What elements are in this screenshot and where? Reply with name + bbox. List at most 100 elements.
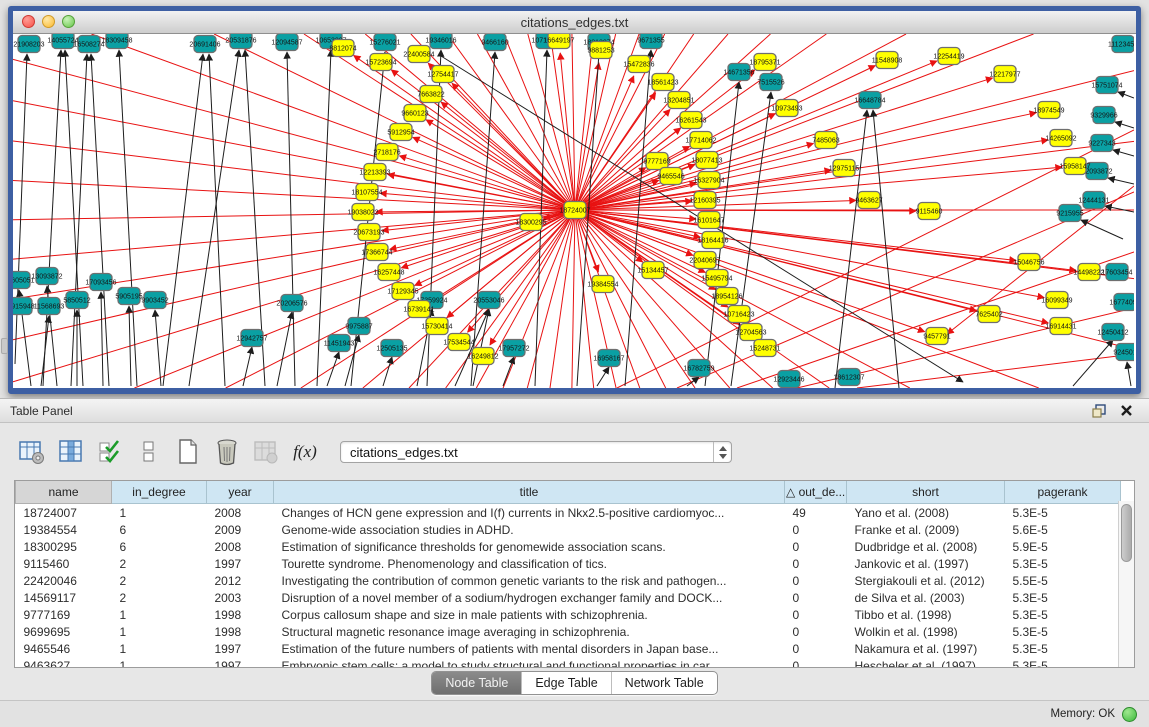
table-scrollbar-thumb[interactable]: [1121, 504, 1132, 562]
network-node[interactable]: 12094587: [271, 34, 302, 51]
select-all-rows-icon[interactable]: [96, 438, 124, 466]
network-node[interactable]: 21908203: [13, 36, 44, 53]
network-node[interactable]: 15751074: [1091, 77, 1122, 94]
network-edge[interactable]: [1127, 362, 1131, 386]
table-cell[interactable]: 5.3E-5: [1005, 606, 1121, 623]
table-row[interactable]: 2242004622012Investigating the contribut…: [16, 572, 1121, 589]
network-node[interactable]: 7515526: [757, 74, 784, 91]
network-node[interactable]: 20206576: [276, 295, 307, 312]
network-edge[interactable]: [1115, 122, 1134, 128]
column-header-year[interactable]: year: [207, 481, 274, 504]
network-node[interactable]: 12704563: [735, 324, 766, 341]
network-edge[interactable]: [13, 210, 575, 220]
table-cell[interactable]: 14569117: [16, 589, 112, 606]
table-cell[interactable]: 19384554: [16, 521, 112, 538]
network-node[interactable]: 12444131: [1078, 192, 1109, 209]
network-node[interactable]: 16649197: [543, 34, 574, 49]
table-row[interactable]: 969969511998Structural magnetic resonanc…: [16, 623, 1121, 640]
function-builder-icon[interactable]: f(x): [291, 438, 319, 466]
column-header-short[interactable]: short: [847, 481, 1005, 504]
table-cell[interactable]: 0: [785, 657, 847, 668]
table-cell[interactable]: 1: [112, 504, 207, 522]
table-cell[interactable]: 1998: [207, 606, 274, 623]
table-cell[interactable]: 5.9E-5: [1005, 538, 1121, 555]
network-edge[interactable]: [1081, 220, 1123, 239]
network-node[interactable]: 9245012: [1113, 344, 1134, 361]
network-edge[interactable]: [1118, 92, 1134, 98]
column-header-name[interactable]: name: [16, 481, 112, 504]
network-node[interactable]: 17957272: [498, 340, 529, 357]
table-cell[interactable]: 2: [112, 572, 207, 589]
table-cell[interactable]: 0: [785, 640, 847, 657]
network-node[interactable]: 12505135: [376, 340, 407, 357]
network-edge[interactable]: [1113, 150, 1134, 156]
table-cell[interactable]: Stergiakouli et al. (2012): [847, 572, 1005, 589]
network-node[interactable]: 11123456: [1108, 36, 1134, 53]
network-window-titlebar[interactable]: citations_edges.txt: [13, 11, 1136, 34]
network-edge[interactable]: [13, 59, 575, 210]
table-cell[interactable]: 18300295: [16, 538, 112, 555]
network-edge[interactable]: [163, 54, 203, 386]
network-node[interactable]: 18300295: [515, 214, 546, 231]
table-cell[interactable]: 49: [785, 504, 847, 522]
tab-edge-table[interactable]: Edge Table: [522, 672, 611, 694]
table-cell[interactable]: Changes of HCN gene expression and I(f) …: [274, 504, 785, 522]
network-node[interactable]: 9457791: [923, 328, 950, 345]
network-node[interactable]: 9975887: [345, 318, 372, 335]
zoom-window-button[interactable]: [62, 15, 75, 28]
table-cell[interactable]: 9699695: [16, 623, 112, 640]
network-node[interactable]: 17714062: [685, 132, 716, 149]
table-cell[interactable]: 0: [785, 538, 847, 555]
network-node[interactable]: 15276021: [369, 34, 400, 51]
table-cell[interactable]: Investigating the contribution of common…: [274, 572, 785, 589]
network-node[interactable]: 10716423: [723, 306, 754, 323]
network-node[interactable]: 17366744: [361, 244, 392, 261]
network-node[interactable]: 16958167: [593, 350, 624, 367]
network-node[interactable]: 11548908: [872, 52, 903, 69]
tab-network-table[interactable]: Network Table: [612, 672, 717, 694]
table-cell[interactable]: 1: [112, 640, 207, 657]
table-cell[interactable]: Disruption of a novel member of a sodium…: [274, 589, 785, 606]
network-node[interactable]: 12975115: [829, 160, 860, 177]
network-edge[interactable]: [287, 52, 295, 386]
network-edge[interactable]: [1105, 206, 1134, 212]
table-cell[interactable]: 6: [112, 521, 207, 538]
table-selector-dropdown[interactable]: citations_edges.txt: [340, 441, 732, 463]
network-canvas[interactable]: 2190820314055724165082741830945820691406…: [13, 34, 1136, 388]
network-node[interactable]: 18561423: [647, 74, 678, 91]
network-node[interactable]: 18974549: [1033, 102, 1064, 119]
network-edge[interactable]: [383, 357, 392, 386]
table-cell[interactable]: 1997: [207, 555, 274, 572]
network-edge[interactable]: [447, 210, 575, 318]
table-cell[interactable]: 5.3E-5: [1005, 623, 1121, 640]
table-cell[interactable]: Estimation of the future numbers of pati…: [274, 640, 785, 657]
table-cell[interactable]: 1: [112, 623, 207, 640]
network-node[interactable]: 16101647: [693, 212, 724, 229]
network-edge[interactable]: [277, 312, 292, 386]
network-node[interactable]: 9903452: [141, 292, 168, 309]
column-header-pagerank[interactable]: pagerank: [1005, 481, 1121, 504]
network-node[interactable]: 14265092: [1045, 130, 1076, 147]
table-cell[interactable]: 0: [785, 606, 847, 623]
network-node[interactable]: 16099349: [1041, 292, 1072, 309]
network-node[interactable]: 9227343: [1088, 135, 1115, 152]
table-scrollbar[interactable]: [1118, 501, 1134, 667]
network-node[interactable]: 15723694: [365, 54, 396, 71]
delete-column-icon[interactable]: [213, 438, 241, 466]
network-node[interactable]: 9465546: [657, 168, 684, 185]
network-node[interactable]: 17129345: [387, 283, 418, 300]
network-node[interactable]: 17093456: [85, 274, 116, 291]
network-node[interactable]: 22400584: [403, 46, 434, 63]
table-cell[interactable]: 5.3E-5: [1005, 555, 1121, 572]
network-edge[interactable]: [503, 210, 575, 388]
table-cell[interactable]: 0: [785, 589, 847, 606]
minimize-window-button[interactable]: [42, 15, 55, 28]
table-row[interactable]: 946362711997Embryonic stem cells: a mode…: [16, 657, 1121, 668]
network-edge[interactable]: [71, 54, 87, 386]
table-row[interactable]: 911546021997Tourette syndrome. Phenomeno…: [16, 555, 1121, 572]
network-node[interactable]: 19038022: [347, 204, 378, 221]
table-cell[interactable]: 2: [112, 555, 207, 572]
table-cell[interactable]: 5.6E-5: [1005, 521, 1121, 538]
hidden-panel-grip[interactable]: [1, 338, 8, 354]
table-cell[interactable]: Tibbo et al. (1998): [847, 606, 1005, 623]
